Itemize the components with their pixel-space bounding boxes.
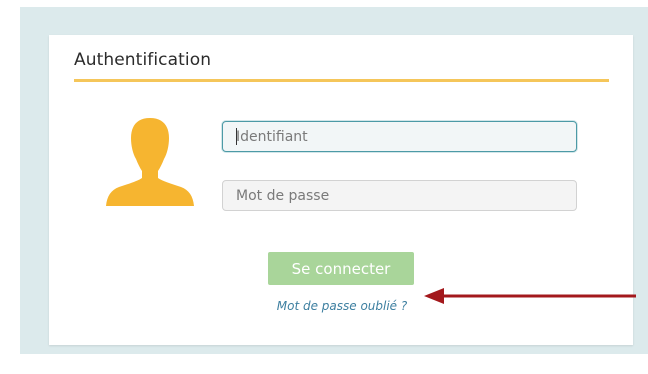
arrow-left-icon: [424, 288, 636, 304]
title-underline: [74, 79, 609, 82]
user-silhouette-icon: [106, 118, 194, 206]
username-field[interactable]: [222, 121, 577, 152]
login-button[interactable]: Se connecter: [268, 252, 414, 285]
card-title: Authentification: [74, 50, 212, 70]
text-cursor: [236, 128, 237, 145]
password-field[interactable]: [222, 180, 577, 211]
